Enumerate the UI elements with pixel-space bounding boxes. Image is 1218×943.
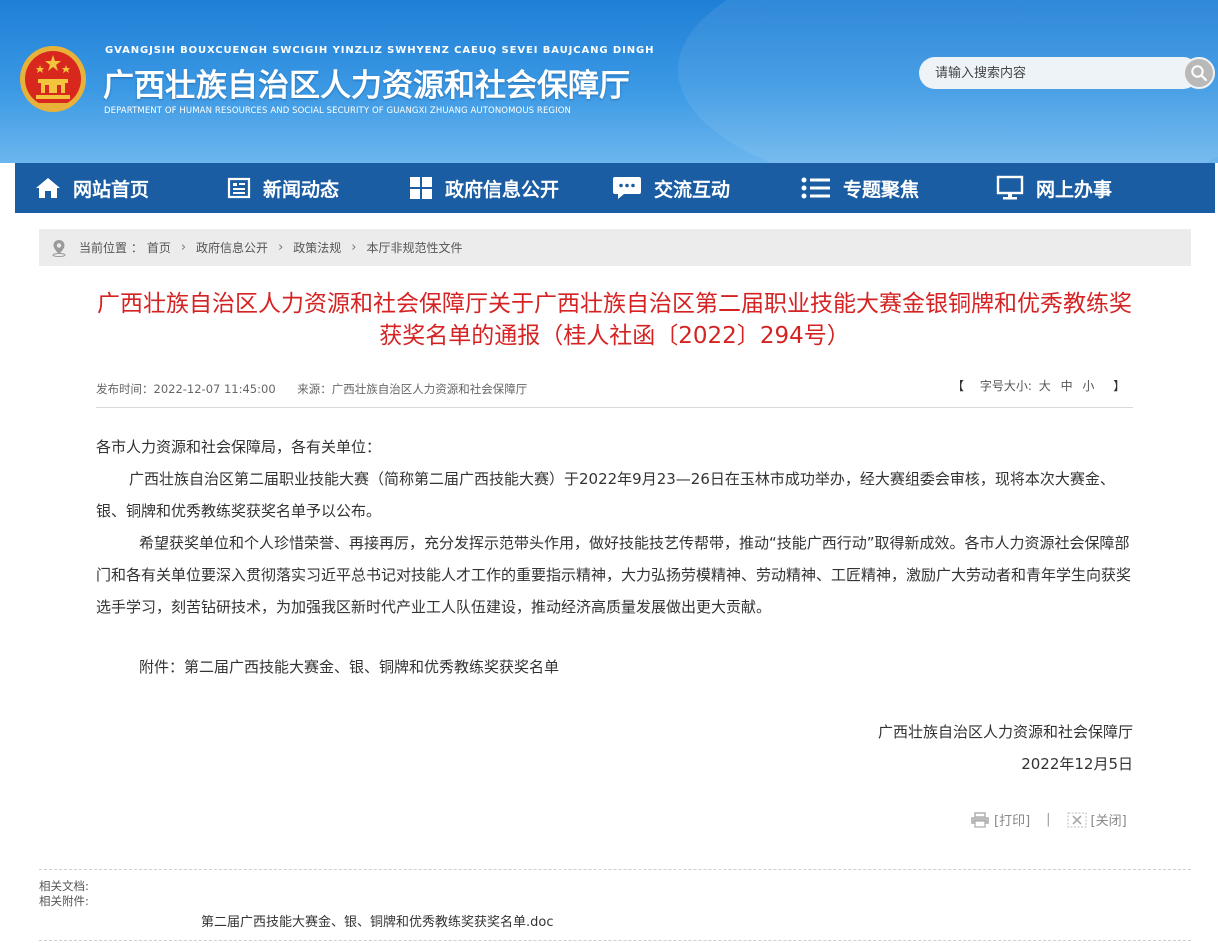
font-size-control: 【 字号大小: 大 中 小 】 — [940, 377, 1137, 394]
home-icon — [36, 178, 60, 198]
nav-item-interaction[interactable]: 交流互动 — [612, 163, 730, 213]
article-source: 来源：广西壮族自治区人力资源和社会保障厅 — [297, 382, 528, 396]
search-input[interactable] — [919, 57, 1199, 89]
close-button[interactable]: [关闭] — [1067, 810, 1127, 829]
font-size-medium[interactable]: 中 — [1061, 379, 1073, 393]
printer-icon — [971, 811, 989, 828]
nav-label: 网站首页 — [73, 178, 150, 201]
paragraph-1: 广西壮族自治区第二届职业技能大赛（简称第二届广西技能大赛）于2022年9月23—… — [96, 470, 1115, 520]
site-header: GVANGJSIH BOUXCUENGH SWCIGIH YINZLIZ SWH… — [0, 0, 1218, 163]
close-label: [关闭] — [1090, 814, 1127, 829]
monitor-icon — [996, 175, 1024, 200]
breadcrumb: 当前位置 ： 首页 › 政府信息公开 › 政策法规 › 本厅非规范性文件 — [39, 229, 1191, 266]
nav-label: 新闻动态 — [263, 178, 340, 201]
nav-label: 网上办事 — [1036, 178, 1113, 201]
tools-separator: | — [1046, 812, 1051, 827]
attachment-file-link[interactable]: 第二届广西技能大赛金、银、铜牌和优秀教练奖获奖名单.doc — [201, 911, 554, 930]
breadcrumb-prefix: 当前位置 ： — [79, 241, 143, 255]
main-nav: 网站首页 新闻动态 政府信息公开 交流互动 专题聚焦 网上办事 — [15, 163, 1215, 213]
article-tools: [打印] | [关闭] — [970, 810, 1127, 829]
meta-divider — [96, 407, 1133, 408]
related-docs-label: 相关文档: — [39, 879, 89, 893]
location-icon — [52, 239, 66, 257]
chevron-right-icon: › — [278, 240, 284, 255]
font-size-small[interactable]: 小 — [1082, 379, 1094, 393]
chevron-right-icon: › — [180, 240, 187, 255]
list-icon — [801, 177, 830, 199]
related-divider-bottom — [39, 940, 1191, 941]
related-divider-top — [39, 869, 1191, 870]
attachment-note: 附件：第二届广西技能大赛金、银、铜牌和优秀教练奖获奖名单 — [139, 658, 560, 676]
breadcrumb-item-home[interactable]: 首页 — [147, 239, 171, 256]
search-button[interactable] — [1183, 57, 1215, 89]
salutation: 各市人力资源和社会保障局，各有关单位： — [96, 438, 382, 456]
nav-item-gov-info[interactable]: 政府信息公开 — [409, 163, 559, 213]
search-icon — [1191, 65, 1208, 82]
publish-time: 发布时间：2022-12-07 11:45:00 — [96, 382, 276, 396]
related-section: 相关文档: 相关附件: — [39, 879, 89, 909]
font-size-label: 字号大小: — [979, 379, 1032, 393]
nav-item-online-service[interactable]: 网上办事 — [996, 163, 1112, 213]
site-title: 广西壮族自治区人力资源和社会保障厅 — [103, 68, 630, 104]
nav-item-news[interactable]: 新闻动态 — [227, 163, 339, 213]
grid-icon — [410, 177, 432, 199]
print-button[interactable]: [打印] — [970, 810, 1030, 829]
print-label: [打印] — [994, 814, 1031, 829]
nav-item-topics[interactable]: 专题聚焦 — [801, 163, 919, 213]
news-icon — [227, 177, 251, 199]
paragraph-2: 希望获奖单位和个人珍惜荣誉、再接再厉，充分发挥示范带头作用，做好技能技艺传帮带，… — [96, 534, 1132, 616]
bracket-left: 【 — [952, 379, 965, 393]
breadcrumb-item-gov-info[interactable]: 政府信息公开 — [196, 239, 268, 256]
nav-label: 专题聚焦 — [843, 178, 920, 201]
bracket-right: 】 — [1113, 379, 1126, 393]
nav-label: 交流互动 — [654, 178, 731, 201]
close-icon — [1067, 812, 1087, 827]
site-pinyin-name: GVANGJSIH BOUXCUENGH SWCIGIH YINZLIZ SWH… — [105, 45, 655, 56]
article-content: 各市人力资源和社会保障局，各有关单位： 广西壮族自治区第二届职业技能大赛（简称第… — [96, 431, 1133, 773]
chevron-right-icon: › — [351, 240, 357, 255]
signature-date: 2022年12月5日 — [1021, 755, 1133, 773]
nav-label: 政府信息公开 — [445, 178, 560, 201]
breadcrumb-item-documents[interactable]: 本厅非规范性文件 — [366, 239, 462, 256]
font-size-large[interactable]: 大 — [1039, 379, 1051, 393]
national-emblem-icon — [20, 46, 86, 112]
chat-icon — [613, 177, 641, 199]
nav-item-home[interactable]: 网站首页 — [35, 163, 149, 213]
site-english-name: DEPARTMENT OF HUMAN RESOURCES AND SOCIAL… — [104, 106, 571, 116]
breadcrumb-item-policy[interactable]: 政策法规 — [293, 239, 341, 256]
article-meta: 发布时间：2022-12-07 11:45:00 来源：广西壮族自治区人力资源和… — [96, 381, 545, 397]
signature-organization: 广西壮族自治区人力资源和社会保障厅 — [877, 723, 1133, 741]
search-box — [919, 57, 1215, 89]
article-title: 广西壮族自治区人力资源和社会保障厅关于广西壮族自治区第二届职业技能大赛金银铜牌和… — [97, 291, 1132, 349]
related-attachments-label: 相关附件: — [39, 894, 89, 908]
